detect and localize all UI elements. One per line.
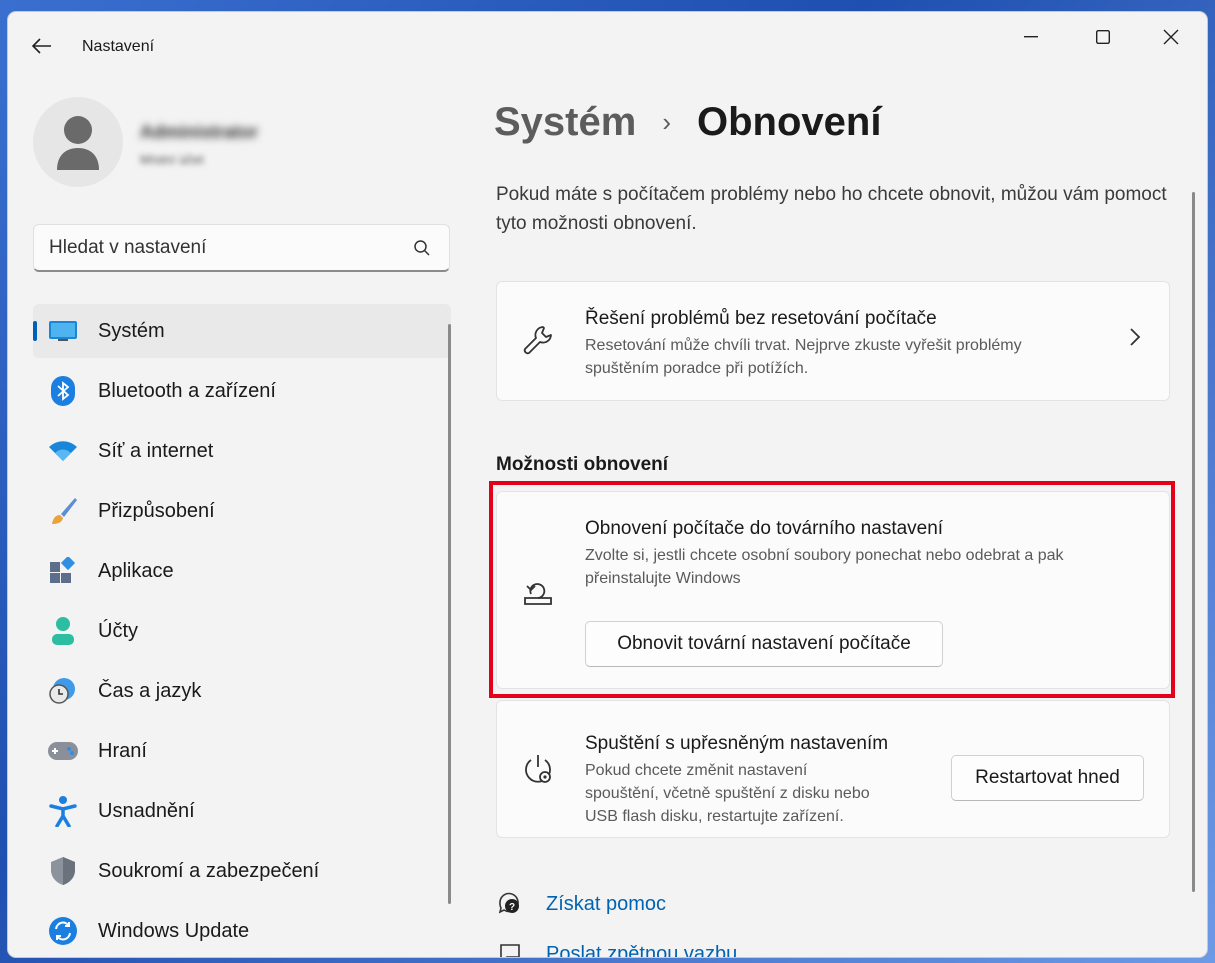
search-icon[interactable] <box>413 239 431 262</box>
feedback-link[interactable]: Poslat zpětnou vazbu <box>496 940 737 957</box>
advanced-startup-card: Spuštění s upřesněným nastavením Pokud c… <box>496 700 1170 838</box>
help-icon: ? <box>496 890 524 918</box>
title-bar: Nastavení <box>8 12 1207 58</box>
sidebar-item-label: Síť a internet <box>98 439 214 462</box>
time-language-icon <box>47 675 79 707</box>
settings-window: Nastavení Administrator Místní účet Hled… <box>8 12 1207 957</box>
sidebar-item-label: Přizpůsobení <box>98 499 215 522</box>
wifi-icon <box>47 435 79 467</box>
sidebar-item-label: Systém <box>98 319 165 342</box>
reset-pc-card: Obnovení počítače do továrního nastavení… <box>496 491 1170 689</box>
sidebar-item-gaming[interactable]: Hraní <box>33 724 451 778</box>
app-title: Nastavení <box>82 38 155 55</box>
troubleshoot-card[interactable]: Řešení problémů bez resetování počítače … <box>496 281 1170 401</box>
reset-desc-line1: Zvolte si, jestli chcete osobní soubory … <box>585 547 1064 564</box>
account-icon <box>47 615 79 647</box>
minimize-icon <box>1024 36 1038 38</box>
accessibility-icon <box>47 795 79 827</box>
restart-now-button[interactable]: Restartovat hned <box>951 755 1144 801</box>
troubleshoot-desc-line2: spuštěním poradce při potížích. <box>585 360 809 377</box>
get-help-link[interactable]: ? Získat pomoc <box>496 890 666 918</box>
section-title-recovery-options: Možnosti obnovení <box>496 454 669 475</box>
advanced-startup-title: Spuštění s upřesněným nastavením <box>585 733 889 754</box>
feedback-label[interactable]: Poslat zpětnou vazbu <box>546 943 737 958</box>
breadcrumb-parent[interactable]: Systém <box>494 100 636 145</box>
sidebar-item-label: Usnadnění <box>98 799 195 822</box>
maximize-icon <box>1096 30 1110 44</box>
reset-desc-line2: přeinstalujte Windows <box>585 570 741 587</box>
close-icon <box>1163 29 1179 45</box>
breadcrumb: Systém › Obnovení <box>494 100 881 145</box>
sidebar-item-label: Aplikace <box>98 559 174 582</box>
update-icon <box>47 915 79 947</box>
sidebar-item-windows-update[interactable]: Windows Update <box>33 904 451 957</box>
sidebar-item-label: Čas a jazyk <box>98 679 202 702</box>
sidebar-item-label: Bluetooth a zařízení <box>98 379 276 402</box>
page-title: Obnovení <box>696 100 882 144</box>
troubleshoot-title: Řešení problémů bez resetování počítače <box>585 308 937 329</box>
sidebar-item-accessibility[interactable]: Usnadnění <box>33 784 451 838</box>
sidebar-item-system[interactable]: Systém <box>33 304 451 358</box>
apps-icon <box>47 555 79 587</box>
maximize-button[interactable] <box>1080 22 1126 52</box>
sidebar-item-accounts[interactable]: Účty <box>33 604 451 658</box>
sidebar-item-label: Soukromí a zabezpečení <box>98 859 320 882</box>
minimize-button[interactable] <box>1008 22 1054 52</box>
reset-title: Obnovení počítače do továrního nastavení <box>585 518 944 539</box>
sidebar-item-label: Hraní <box>98 739 147 762</box>
avatar[interactable] <box>33 97 123 187</box>
sidebar-item-apps[interactable]: Aplikace <box>33 544 451 598</box>
get-help-label[interactable]: Získat pomoc <box>546 893 666 916</box>
close-button[interactable] <box>1148 22 1194 52</box>
system-icon <box>47 315 79 347</box>
sidebar-item-label: Windows Update <box>98 919 250 942</box>
advanced-desc-line3: USB flash disku, restartujte zařízení. <box>585 808 844 825</box>
bluetooth-icon <box>47 375 79 407</box>
gamepad-icon <box>47 735 79 767</box>
power-settings-icon <box>521 753 555 792</box>
main-scrollbar[interactable] <box>1192 192 1195 892</box>
search-box[interactable] <box>33 224 450 272</box>
reset-icon <box>521 576 555 613</box>
feedback-icon <box>496 940 524 957</box>
back-arrow-icon <box>32 38 51 54</box>
search-input[interactable] <box>49 237 389 259</box>
sidebar-item-bluetooth[interactable]: Bluetooth a zařízení <box>33 364 451 418</box>
svg-text:?: ? <box>509 902 515 913</box>
sidebar-item-network[interactable]: Síť a internet <box>33 424 451 478</box>
shield-icon <box>47 855 79 887</box>
page-description: Pokud máte s počítačem problémy nebo ho … <box>496 184 1167 234</box>
sidebar-item-time-language[interactable]: Čas a jazyk <box>33 664 451 718</box>
breadcrumb-separator: › <box>662 107 671 137</box>
user-icon <box>57 116 99 170</box>
back-button[interactable] <box>26 30 58 62</box>
wrench-icon <box>521 324 557 365</box>
brush-icon <box>47 495 79 527</box>
user-account-type: Místní účet <box>140 152 204 167</box>
sidebar-item-personalization[interactable]: Přizpůsobení <box>33 484 451 538</box>
sidebar-item-label: Účty <box>98 619 138 642</box>
advanced-desc-line2: spouštění, včetně spuštění z disku nebo <box>585 785 870 802</box>
user-name: Administrator <box>140 122 259 142</box>
reset-pc-button[interactable]: Obnovit tovární nastavení počítače <box>585 621 943 667</box>
chevron-right-icon <box>1129 326 1141 354</box>
troubleshoot-desc-line1: Resetování může chvíli trvat. Nejprve zk… <box>585 337 1022 354</box>
sidebar-nav: Systém Bluetooth a zařízení Síť a intern… <box>33 304 451 957</box>
sidebar-scrollbar[interactable] <box>448 324 451 904</box>
sidebar-item-privacy[interactable]: Soukromí a zabezpečení <box>33 844 451 898</box>
advanced-desc-line1: Pokud chcete změnit nastavení <box>585 762 808 779</box>
